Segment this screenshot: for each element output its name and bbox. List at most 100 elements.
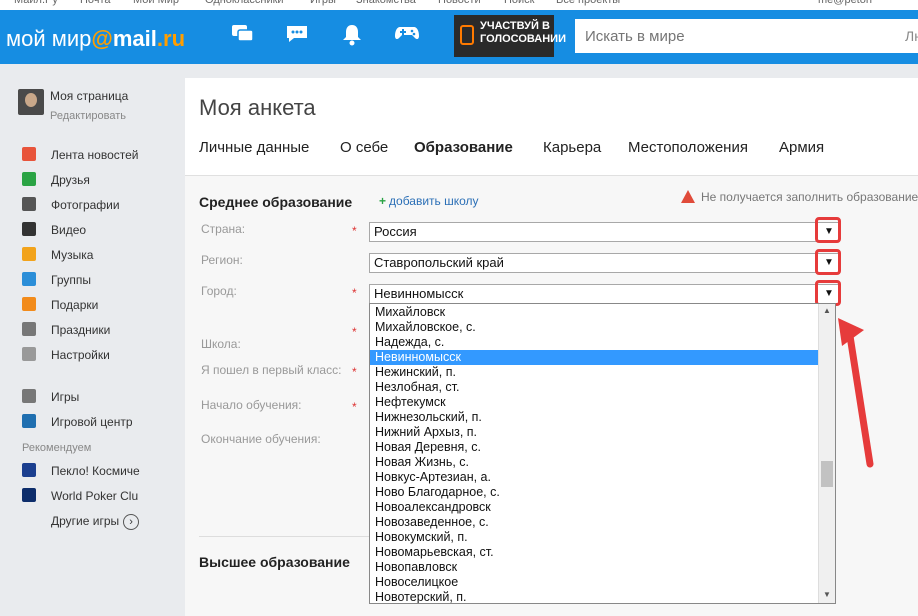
top-link[interactable]: Одноклассники — [205, 0, 284, 6]
avatar[interactable] — [18, 89, 44, 115]
dropdown-option[interactable]: Новоалександровск — [370, 500, 819, 515]
dropdown-option[interactable]: Михайловск — [370, 305, 819, 320]
vote-banner[interactable]: УЧАСТВУЙ В ГОЛОСОВАНИИ — [454, 15, 566, 57]
top-link[interactable]: Почта — [80, 0, 111, 6]
top-link[interactable]: Новости — [438, 0, 481, 6]
search-input[interactable] — [575, 19, 918, 53]
poker-icon — [22, 488, 36, 502]
sidebar-item[interactable]: Музыка — [22, 247, 93, 267]
logo[interactable]: мой мир@mail.ru — [6, 26, 185, 52]
required-mark: * — [352, 400, 357, 414]
sidebar-item[interactable]: Видео — [22, 222, 86, 242]
required-mark: * — [352, 325, 357, 339]
dropdown-option[interactable]: Нижний Архыз, п. — [370, 425, 819, 440]
friends-icon — [22, 172, 36, 186]
country-select[interactable]: Россия ▼ — [369, 222, 839, 242]
top-link[interactable]: Поиск — [504, 0, 534, 6]
dropdown-option[interactable]: Новая Жизнь, с. — [370, 455, 819, 470]
sidebar-item[interactable]: Группы — [22, 272, 91, 292]
warning-text: Не получается заполнить образование — [701, 190, 918, 204]
sidebar-item[interactable]: Игровой центр — [22, 414, 133, 434]
sidebar-item[interactable]: World Poker Clu — [22, 488, 138, 508]
dropdown-option[interactable]: Новкус-Артезиан, а. — [370, 470, 819, 485]
city-value: Невинномысск — [374, 286, 464, 301]
dropdown-option[interactable]: Новотерский, п. — [370, 590, 819, 603]
dropdown-option[interactable]: Михайловское, с. — [370, 320, 819, 335]
tab[interactable]: Армия — [779, 139, 824, 156]
gamepad-icon[interactable] — [393, 23, 421, 51]
dropdown-option[interactable]: Ново Благодарное, с. — [370, 485, 819, 500]
clapper-icon — [22, 222, 36, 236]
game-center-icon — [22, 414, 36, 428]
warning-link[interactable]: Не получается заполнить образование — [681, 190, 918, 204]
warning-icon — [681, 190, 695, 203]
my-page-link[interactable]: Моя страница — [50, 89, 128, 103]
top-user-link[interactable]: me@peton — [818, 0, 872, 6]
dropdown-option[interactable]: Нефтекумск — [370, 395, 819, 410]
sidebar-item-label: Праздники — [51, 323, 111, 337]
sidebar-item[interactable]: Настройки — [22, 347, 110, 367]
sidebar-item[interactable]: Праздники — [22, 322, 110, 342]
dropdown-option[interactable]: Нижнезольский, п. — [370, 410, 819, 425]
tab[interactable]: О себе — [340, 139, 388, 156]
dropdown-option[interactable]: Надежда, с. — [370, 335, 819, 350]
sidebar-item-label: Игры — [51, 390, 80, 404]
plus-icon: + — [379, 194, 387, 208]
sidebar-item[interactable]: Друзья — [22, 172, 90, 192]
city-dropdown-list[interactable]: Михайловск Михайловское, с. Надежда, с. Нев… — [369, 303, 836, 604]
groups-icon — [22, 272, 36, 286]
tab[interactable]: Местоположения — [628, 139, 748, 156]
start-label: Начало обучения: — [201, 398, 302, 412]
sidebar-item-label: Друзья — [51, 173, 90, 187]
add-school-link[interactable]: + добавить школу — [379, 194, 479, 208]
page-title: Моя анкета — [199, 95, 316, 120]
more-games-link[interactable]: Другие игры › — [51, 514, 140, 530]
region-select[interactable]: Ставропольский край ▼ — [369, 253, 839, 273]
dropdown-option[interactable]: Новокумский, п. — [370, 530, 819, 545]
higher-education-title: Высшее образование — [199, 554, 350, 570]
dropdown-option[interactable]: Незлобная, ст. — [370, 380, 819, 395]
country-label: Страна: — [201, 222, 246, 236]
edit-profile-link[interactable]: Редактировать — [50, 110, 126, 122]
sidebar-item-label: Группы — [51, 273, 91, 287]
top-link[interactable]: Знакомства — [356, 0, 416, 6]
tab[interactable]: Личные данные — [199, 139, 309, 156]
sidebar-item[interactable]: Подарки — [22, 297, 98, 317]
tab[interactable]: Образование — [414, 139, 513, 156]
scroll-down-icon[interactable]: ▼ — [823, 590, 831, 599]
banner-text: УЧАСТВУЙ В ГОЛОСОВАНИИ — [480, 20, 566, 45]
sidebar-item-label: Фотографии — [51, 198, 120, 212]
search-extra-text: Лю — [905, 28, 918, 44]
bell-icon[interactable] — [338, 23, 366, 51]
sidebar-item[interactable]: Игры — [22, 389, 79, 409]
top-link[interactable]: Все проекты — [556, 0, 620, 6]
top-link[interactable]: Майл.Ру — [14, 0, 58, 6]
dropdown-option[interactable]: Нежинский, п. — [370, 365, 819, 380]
dropdown-option[interactable]: Новозаведенное, с. — [370, 515, 819, 530]
dropdown-option[interactable]: Невинномысск — [370, 350, 819, 365]
sidebar-item-label: Подарки — [51, 298, 99, 312]
sidebar-item-label: Музыка — [51, 248, 94, 262]
dropdown-option[interactable]: Новопавловск — [370, 560, 819, 575]
dropdown-option[interactable]: Новоселицкое — [370, 575, 819, 590]
logo-at: @ — [91, 26, 113, 51]
sidebar-item[interactable]: Фотографии — [22, 197, 120, 217]
messages-icon[interactable] — [283, 23, 311, 51]
calendar-icon — [22, 322, 36, 336]
chat-icon[interactable] — [229, 23, 257, 51]
city-select[interactable]: Невинномысск ▼ — [369, 284, 839, 304]
dropdown-option[interactable]: Новая Деревня, с. — [370, 440, 819, 455]
tab[interactable]: Карьера — [543, 139, 601, 156]
required-mark: * — [352, 224, 357, 238]
secondary-education-title: Среднее образование — [199, 194, 353, 210]
chevron-right-icon: › — [123, 514, 140, 530]
dropdown-option[interactable]: Новомарьевская, ст. — [370, 545, 819, 560]
header-bar: мой мир@mail.ru УЧАСТВУЙ В ГОЛОСОВАНИИ Л… — [0, 10, 918, 64]
house-icon — [22, 147, 36, 161]
sidebar-item-label: Видео — [51, 223, 87, 237]
top-link[interactable]: Мой Мир — [133, 0, 179, 6]
sidebar-item[interactable]: Пекло! Космиче — [22, 463, 140, 483]
top-link[interactable]: Игры — [310, 0, 336, 6]
sidebar-item-label: Настройки — [51, 348, 110, 362]
sidebar-item[interactable]: Лента новостей — [22, 147, 139, 167]
